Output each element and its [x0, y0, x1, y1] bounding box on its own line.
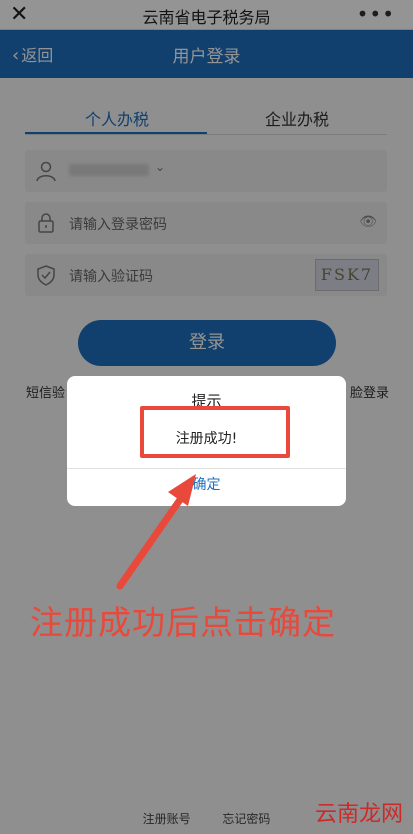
- confirm-button[interactable]: 确定: [67, 474, 346, 494]
- dialog-divider: [67, 468, 346, 469]
- watermark-logo: 云南龙网: [314, 802, 403, 827]
- alert-dialog: 提示 注册成功! 确定: [67, 376, 346, 506]
- annotation-note: 注册成功后点击确定: [30, 603, 336, 642]
- highlight-box: [140, 406, 290, 458]
